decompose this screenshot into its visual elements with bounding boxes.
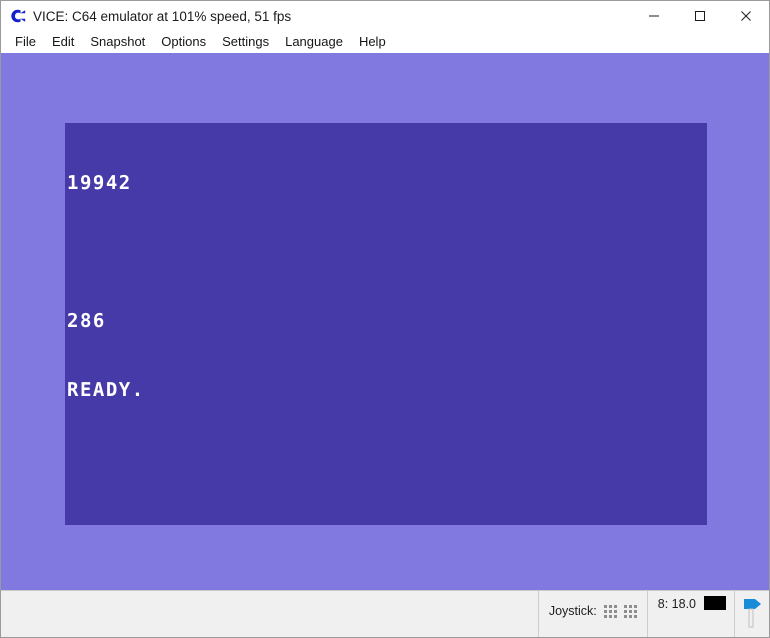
menu-item-settings[interactable]: Settings bbox=[214, 32, 277, 52]
c64-text-line: 286 bbox=[67, 310, 106, 332]
title-bar: VICE: C64 emulator at 101% speed, 51 fps bbox=[1, 1, 769, 31]
joystick-label: Joystick: bbox=[548, 604, 597, 618]
joystick-status-pane[interactable]: Joystick: bbox=[537, 591, 647, 637]
joystick-port-2-indicator[interactable] bbox=[623, 604, 637, 618]
joystick-port-1-indicator[interactable] bbox=[603, 604, 617, 618]
menu-item-options[interactable]: Options bbox=[153, 32, 214, 52]
tape-flag-icon bbox=[744, 599, 761, 628]
drive-led-indicator bbox=[704, 596, 726, 610]
c64-text-line: 19942 bbox=[67, 172, 132, 194]
status-bar: Joystick: 8: 18.0 bbox=[1, 590, 769, 637]
window-title: VICE: C64 emulator at 101% speed, 51 fps bbox=[33, 8, 292, 24]
minimize-icon bbox=[649, 15, 659, 17]
menu-bar: File Edit Snapshot Options Settings Lang… bbox=[1, 31, 769, 53]
c64-text-line bbox=[67, 241, 171, 264]
menu-item-language[interactable]: Language bbox=[277, 32, 351, 52]
commodore-c-logo-icon bbox=[11, 9, 26, 23]
menu-item-edit[interactable]: Edit bbox=[44, 32, 82, 52]
emulator-viewport-border[interactable]: 19942 286 READY. bbox=[1, 53, 769, 590]
maximize-icon bbox=[695, 11, 705, 21]
tape-status-pane[interactable] bbox=[734, 591, 769, 637]
menu-item-file[interactable]: File bbox=[7, 32, 44, 52]
menu-item-snapshot[interactable]: Snapshot bbox=[82, 32, 153, 52]
close-icon bbox=[741, 11, 751, 21]
c64-screen[interactable]: 19942 286 READY. bbox=[65, 123, 707, 525]
close-button[interactable] bbox=[723, 1, 769, 31]
maximize-button[interactable] bbox=[677, 1, 723, 31]
minimize-button[interactable] bbox=[631, 1, 677, 31]
status-bar-spacer bbox=[1, 591, 538, 637]
drive-status-label: 8: 18.0 bbox=[657, 597, 696, 611]
c64-screen-text: 19942 286 READY. bbox=[67, 126, 171, 448]
menu-item-help[interactable]: Help bbox=[351, 32, 394, 52]
c64-text-line: READY. bbox=[67, 379, 145, 401]
drive-status-pane[interactable]: 8: 18.0 bbox=[646, 591, 734, 637]
vice-emulator-window: VICE: C64 emulator at 101% speed, 51 fps bbox=[0, 0, 770, 638]
window-controls bbox=[631, 1, 769, 31]
